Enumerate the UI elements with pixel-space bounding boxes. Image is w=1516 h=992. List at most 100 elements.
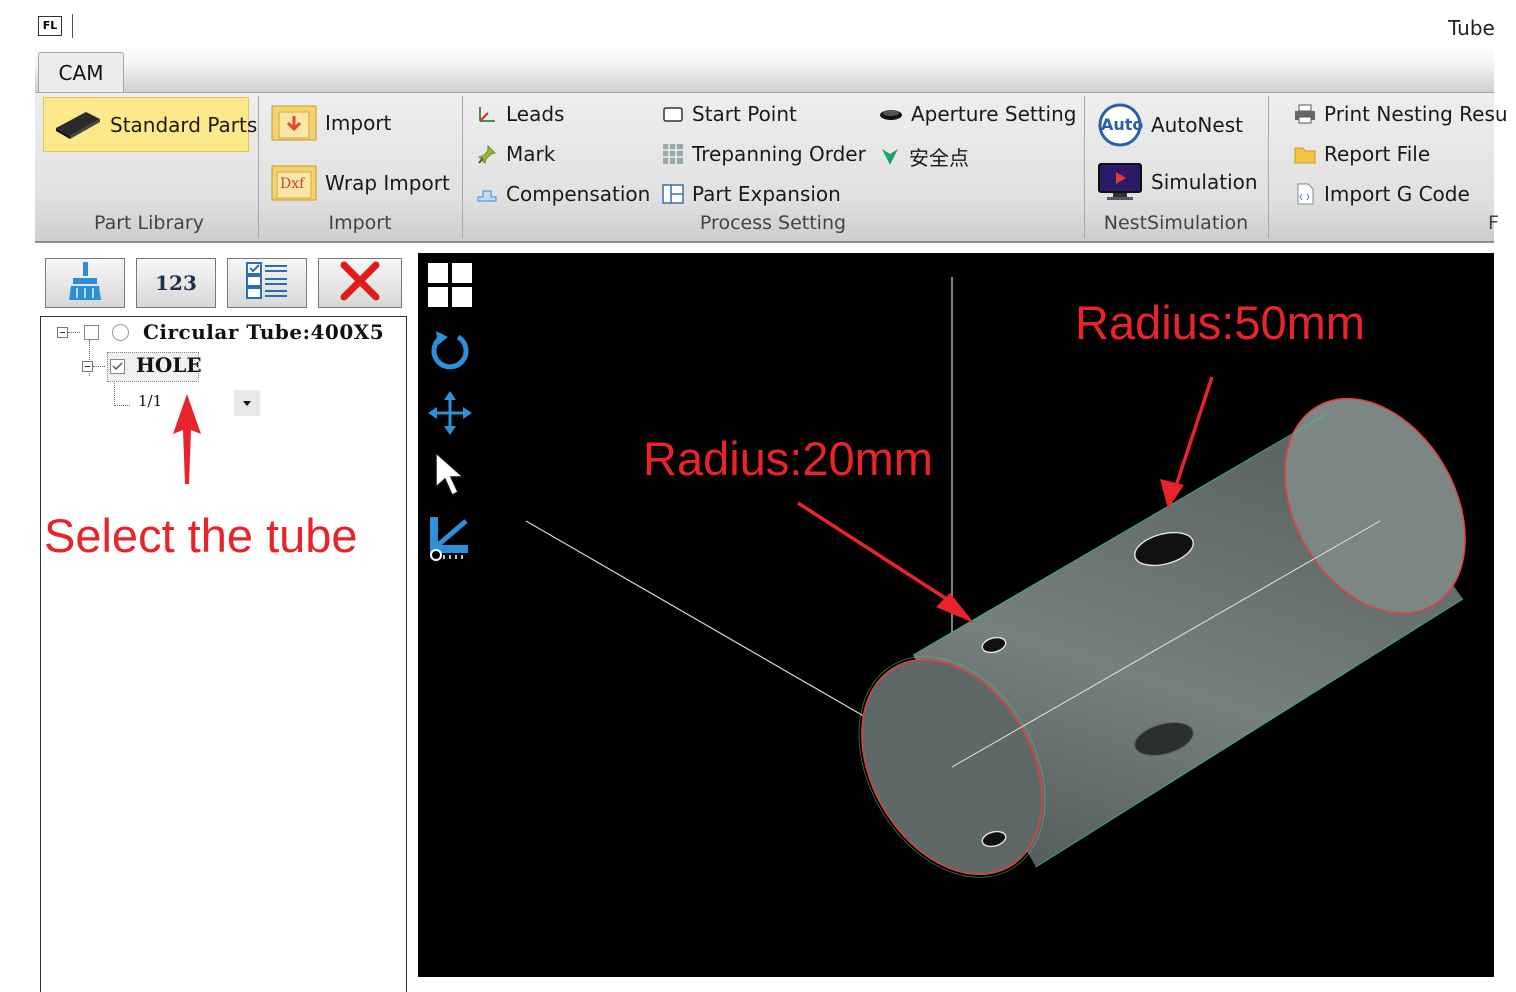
folder-icon [1294,143,1316,165]
group-label-part-library: Part Library [94,212,204,234]
leads-label: Leads [506,102,565,126]
leads-button[interactable]: Leads [476,102,564,126]
layout-grid-button[interactable] [428,263,472,307]
checklist-icon [245,261,289,305]
select-pointer-button[interactable] [432,451,472,497]
window-title: Tube [1448,16,1495,40]
group-label-nest-simulation: NestSimulation [1103,212,1249,234]
report-file-label: Report File [1324,142,1431,166]
safe-point-button[interactable]: 安全点 [879,142,969,171]
auto-icon-text: Auto [1101,115,1144,134]
trepanning-order-label: Trepanning Order [692,142,866,166]
annotation-select-tube: Select the tube [44,509,358,562]
tree-root-checkbox[interactable] [84,325,99,340]
safe-point-icon [879,146,901,168]
clean-button[interactable] [45,258,125,308]
title-separator [72,14,73,38]
start-point-label: Start Point [692,102,797,126]
leads-icon [476,103,498,125]
safe-point-label: 安全点 [909,146,969,170]
dxf-icon: Dxf [271,164,317,202]
tree-collapse-toggle[interactable] [82,361,93,372]
mark-button[interactable]: Mark [476,142,555,166]
3d-viewport[interactable]: Radius:20mm Radius:50mm [418,253,1494,977]
printer-icon [1294,103,1316,125]
auto-icon: Auto [1097,102,1143,148]
aperture-icon [879,103,903,125]
broom-icon [65,260,105,306]
dxf-icon-text: Dxf [280,176,305,192]
part-tree-panel [40,316,407,992]
annotation-radius-50mm: Radius:50mm [1075,296,1365,349]
simulation-label: Simulation [1151,170,1258,194]
standard-parts-button[interactable]: Standard Parts [43,97,257,152]
app-logo-icon: FL [38,16,62,36]
aperture-setting-label: Aperture Setting [911,102,1077,126]
rotate-icon [428,331,472,375]
compensation-icon [476,183,498,205]
import-gcode-label: Import G Code [1324,182,1470,206]
tree-count-label: 1/1 [138,392,163,410]
wrap-import-button[interactable]: Dxf Wrap Import [271,164,450,202]
trepanning-order-button[interactable]: Trepanning Order [662,142,866,166]
tree-hole-label[interactable]: HOLE [136,353,202,377]
move-arrows-icon [428,391,472,439]
tree-hole-checkbox[interactable] [110,359,125,374]
measure-icon [428,517,472,565]
print-nesting-label: Print Nesting Resu [1324,102,1508,126]
cursor-arrow-icon [432,451,468,501]
close-icon [340,261,380,305]
start-point-icon [662,103,684,125]
ribbon-tab-strip [35,46,1494,92]
pushpin-icon [476,143,498,165]
grid-view-icon [428,263,472,311]
measure-button[interactable] [428,515,472,561]
tree-connector [114,380,116,406]
grid-icon [662,143,684,165]
part-expansion-button[interactable]: Part Expansion [662,182,841,206]
list-view-button[interactable] [227,258,307,308]
part-expansion-label: Part Expansion [692,182,841,206]
annotation-radius-20mm: Radius:20mm [643,432,933,485]
rotate-view-button[interactable] [428,327,472,371]
number-button[interactable]: 123 [136,258,216,308]
delete-button[interactable] [318,258,402,308]
tree-root-radio[interactable] [112,324,129,341]
compensation-label: Compensation [506,182,651,206]
document-icon [1294,183,1316,205]
group-label-import: Import [328,212,392,234]
import-gcode-button[interactable]: Import G Code [1294,182,1470,206]
part-expansion-icon [662,183,684,205]
aperture-setting-button[interactable]: Aperture Setting [879,102,1076,126]
print-nesting-button[interactable]: Print Nesting Resu [1294,102,1508,126]
mark-label: Mark [506,142,556,166]
pan-view-button[interactable] [428,391,472,435]
annotation-arrow-20mm [797,501,974,623]
tree-root-label[interactable]: Circular Tube:400X5 [143,320,384,344]
autonest-button[interactable]: Auto AutoNest [1097,102,1243,148]
group-label-clipped: F [1488,212,1499,234]
tree-connector [93,366,105,368]
number-label: 123 [155,271,197,295]
compensation-button[interactable]: Compensation [476,182,650,206]
group-separator [1268,96,1269,238]
wrap-import-label: Wrap Import [325,171,450,195]
tree-dropdown-button[interactable] [234,390,260,416]
tab-cam[interactable]: CAM [38,52,124,93]
tree-connector [68,332,80,334]
start-point-button[interactable]: Start Point [662,102,797,126]
tree-connector [114,405,130,407]
autonest-label: AutoNest [1151,113,1243,137]
group-label-process-setting: Process Setting [699,212,847,234]
tree-collapse-toggle[interactable] [57,327,68,338]
standard-parts-label: Standard Parts [110,112,258,137]
report-file-button[interactable]: Report File [1294,142,1430,166]
import-button[interactable]: Import [271,104,391,142]
simulation-button[interactable]: Simulation [1097,162,1258,202]
import-label: Import [325,111,392,135]
import-icon [271,104,317,142]
annotation-arrow-up [173,394,201,484]
standard-parts-icon [52,110,102,140]
caret-down-icon [243,400,251,406]
monitor-icon [1097,162,1143,202]
